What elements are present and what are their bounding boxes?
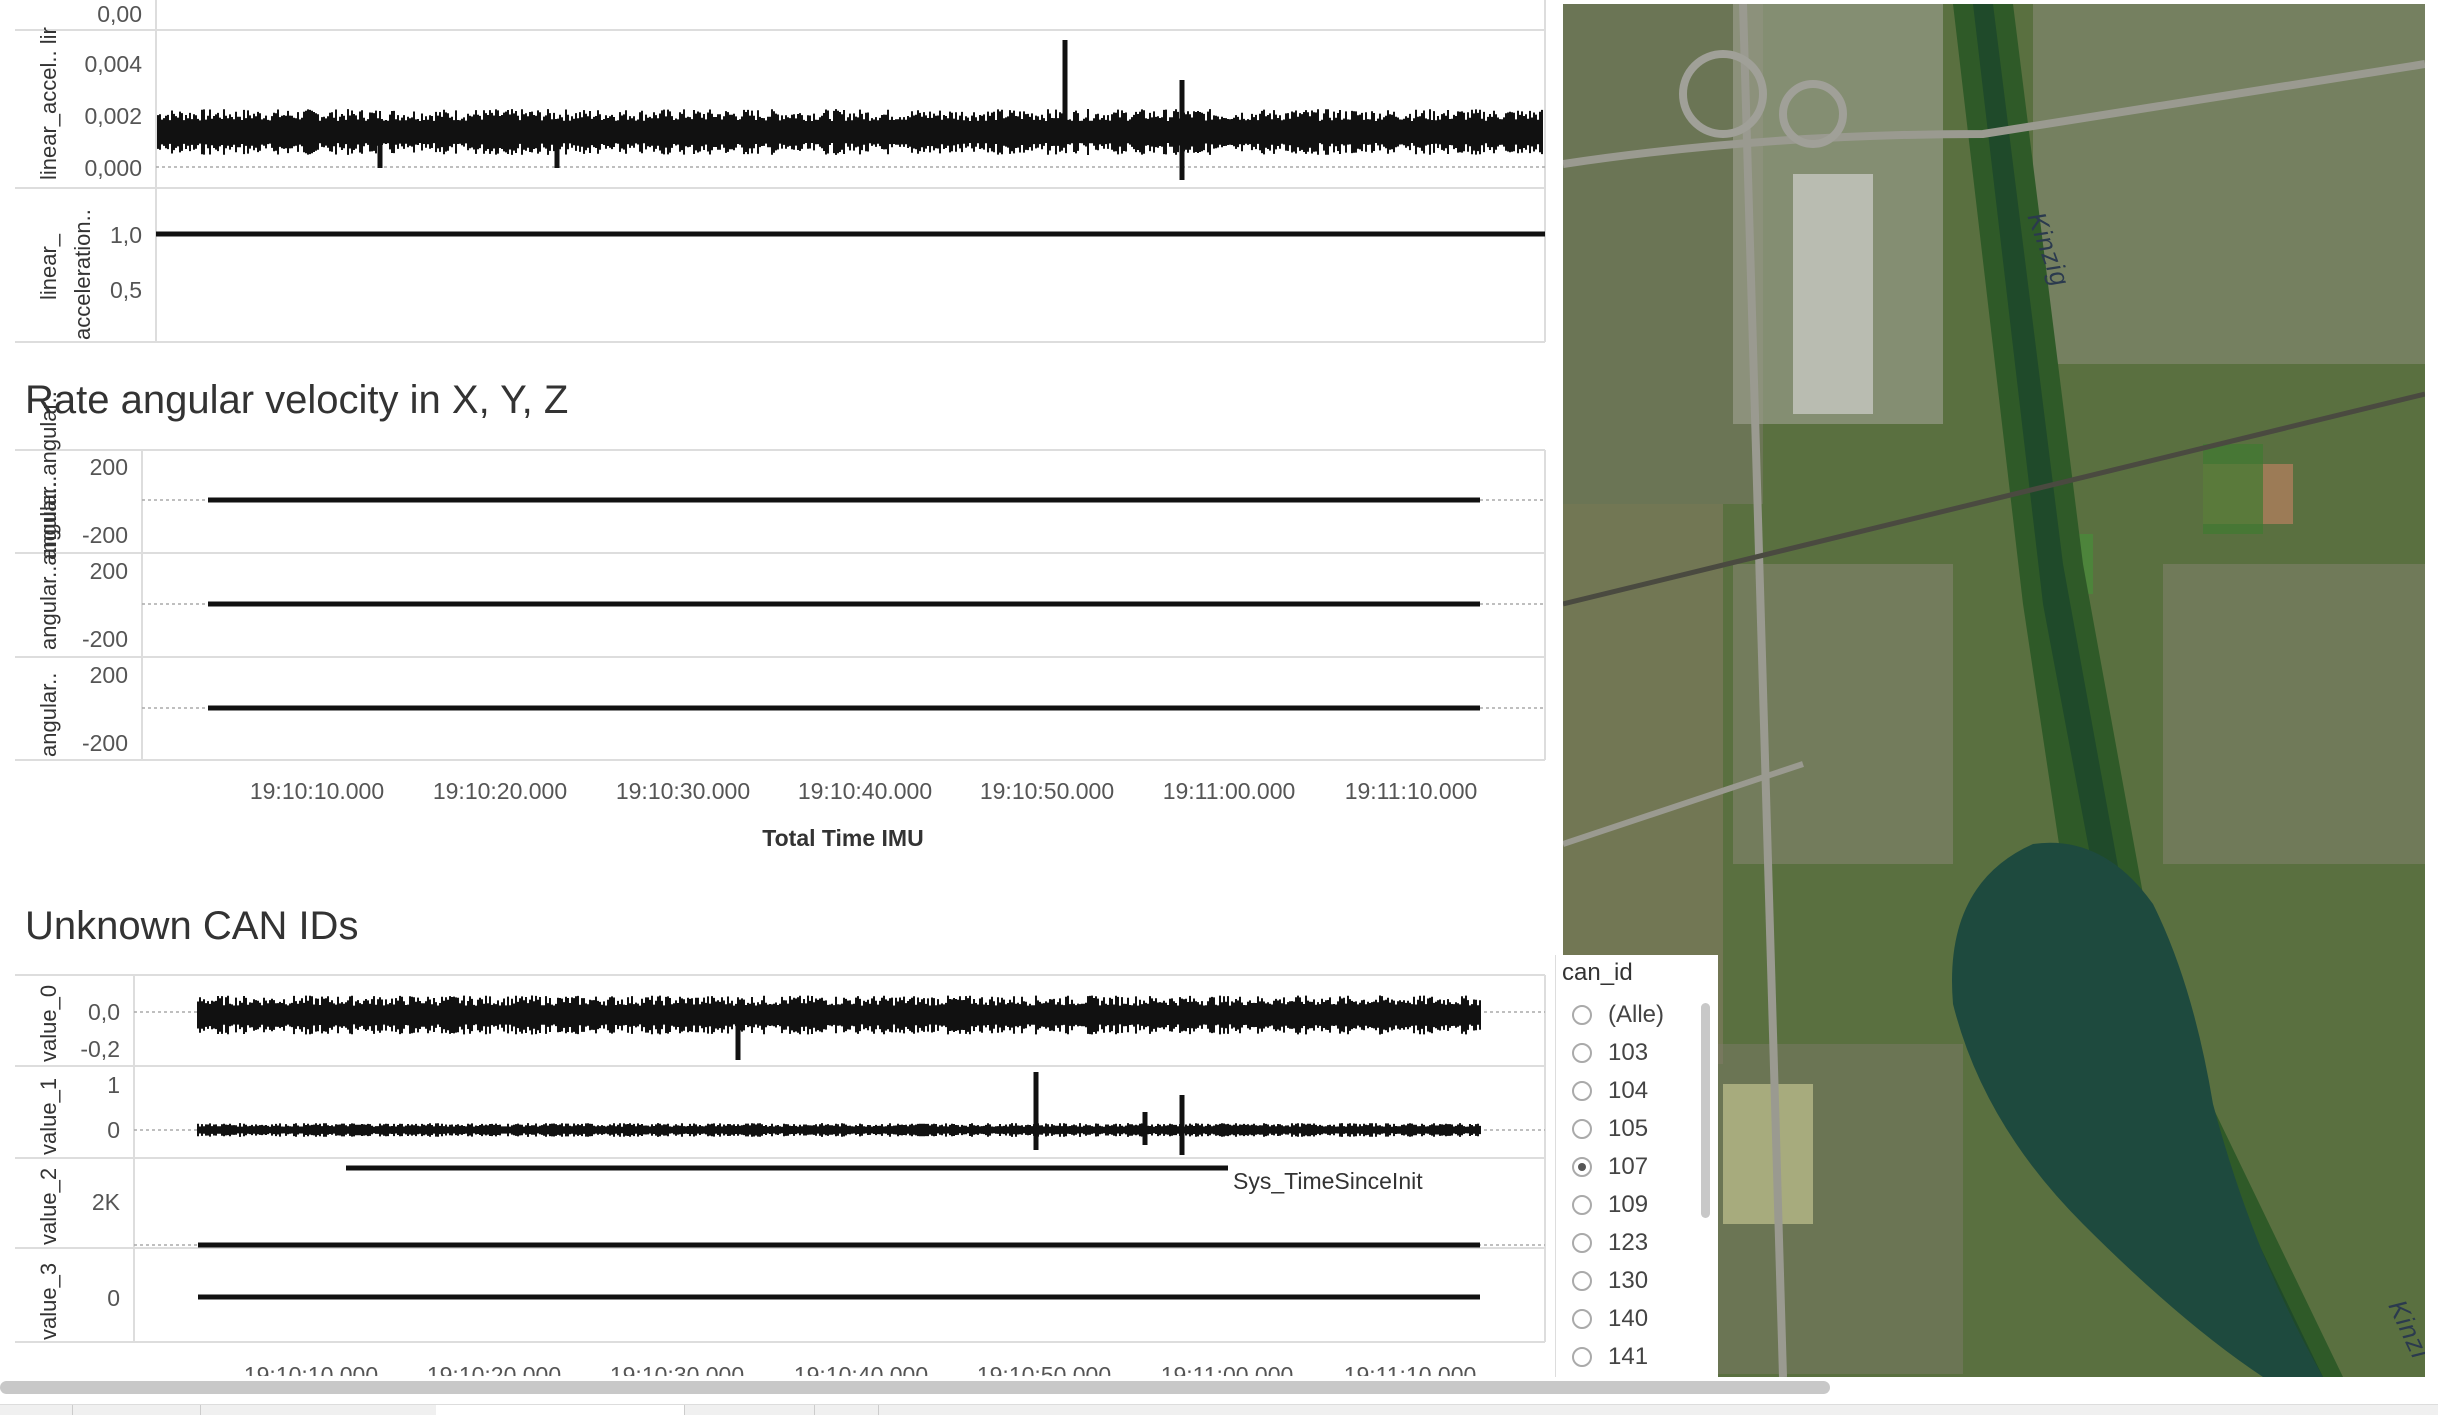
x-axis-title: Total Time IMU — [762, 825, 923, 851]
filter-option-140[interactable]: 140 — [1572, 1304, 1648, 1334]
y-axis-label: value_3 — [36, 1263, 61, 1340]
y-axis-label: linear_accel.. lir — [36, 27, 61, 180]
y-tick: 200 — [90, 454, 128, 480]
radio-icon[interactable] — [1572, 1309, 1592, 1329]
sports-field — [2203, 444, 2263, 534]
filter-option-130[interactable]: 130 — [1572, 1266, 1648, 1296]
angular-velocity-panel: Rate angular velocity in X, Y, Z 200 -20… — [15, 378, 1546, 851]
y-tick: 2K — [92, 1189, 121, 1215]
series-linear-acceleration-noise — [157, 40, 1543, 180]
x-tick: 19:11:10.000 — [1345, 778, 1478, 804]
filter-option-label: 105 — [1608, 1115, 1649, 1142]
filter-option-label: 104 — [1608, 1077, 1649, 1104]
x-tick: 19:10:20.000 — [433, 778, 567, 804]
y-axis-label: acceleration.. — [70, 209, 95, 340]
filter-option-141[interactable]: 141 — [1572, 1342, 1648, 1372]
filter-option-label: 140 — [1608, 1305, 1649, 1332]
filter-option-label: 109 — [1608, 1191, 1649, 1218]
x-tick: 19:10:10.000 — [250, 778, 384, 804]
filter-option-109[interactable]: 109 — [1572, 1190, 1648, 1220]
filter-option-label: 141 — [1608, 1343, 1649, 1370]
filter-option-label: 107 — [1608, 1153, 1649, 1180]
filter-option-107[interactable]: 107 — [1572, 1152, 1648, 1182]
signal-band — [157, 109, 1543, 155]
field — [1723, 1084, 1813, 1224]
series-value-1 — [197, 1072, 1481, 1155]
x-tick: 19:10:30.000 — [616, 778, 750, 804]
y-tick: 1,0 — [110, 222, 142, 248]
y-axis-label: value_0 — [36, 985, 61, 1062]
horizontal-scrollbar[interactable] — [0, 1381, 1830, 1394]
y-axis-label: angular..angular.. — [36, 481, 61, 650]
filter-option-alle[interactable]: (Alle) — [1572, 1000, 1664, 1030]
radio-icon[interactable] — [1572, 1233, 1592, 1253]
radio-icon[interactable] — [1572, 1195, 1592, 1215]
can-id-filter: can_id (Alle) 103 104 105 107 109 123 13… — [1555, 955, 1718, 1377]
filter-option-105[interactable]: 105 — [1572, 1114, 1648, 1144]
y-tick: 200 — [90, 662, 128, 688]
y-axis-label: linear_ — [36, 233, 61, 300]
y-tick: -200 — [82, 522, 128, 548]
radio-icon[interactable] — [1572, 1271, 1592, 1291]
filter-title: can_id — [1562, 959, 1633, 986]
x-tick: 19:11:00.000 — [1163, 778, 1296, 804]
series-annotation: Sys_TimeSinceInit — [1233, 1168, 1423, 1194]
y-tick: -200 — [82, 730, 128, 756]
sheet-tab-bar — [0, 1404, 2438, 1415]
signal-band — [197, 1123, 1481, 1137]
y-tick: 200 — [90, 558, 128, 584]
y-tick: 0 — [107, 1285, 120, 1311]
y-axis-label: value_2 — [36, 1168, 61, 1245]
radio-icon[interactable] — [1572, 1119, 1592, 1139]
linear-acceleration-panel: 0,00 0,004 0,002 0,000 1,0 0,5 linear_ac… — [15, 0, 1546, 343]
filter-option-label: 123 — [1608, 1229, 1649, 1256]
can-ids-panel: Unknown CAN IDs 0,0 -0,2 1 0 2K 0 value_… — [15, 904, 1546, 1376]
y-axis-label: value_1 — [36, 1078, 61, 1155]
x-tick: 19:10:50.000 — [980, 778, 1114, 804]
signal-band — [197, 995, 1481, 1035]
x-tick: 19:10:40.000 — [798, 778, 932, 804]
y-tick: 1 — [107, 1072, 120, 1098]
y-axis-label: angular.. — [36, 673, 61, 757]
filter-option-103[interactable]: 103 — [1572, 1038, 1648, 1068]
chart-title: Unknown CAN IDs — [25, 904, 358, 948]
filter-option-123[interactable]: 123 — [1572, 1228, 1648, 1258]
radio-icon[interactable] — [1572, 1081, 1592, 1101]
filter-option-label: 103 — [1608, 1039, 1649, 1066]
y-tick: 0,00 — [97, 1, 142, 27]
y-tick: 0,0 — [88, 999, 120, 1025]
urban-area — [2163, 564, 2425, 864]
y-tick: -200 — [82, 626, 128, 652]
filter-option-label: (Alle) — [1608, 1001, 1665, 1028]
filter-option-label: 130 — [1608, 1267, 1649, 1294]
radio-icon[interactable] — [1572, 1043, 1592, 1063]
filter-scrollbar[interactable] — [1701, 1003, 1710, 1218]
radio-selected-icon[interactable] — [1572, 1157, 1592, 1177]
y-tick: 0,004 — [84, 51, 142, 77]
y-tick: 0,5 — [110, 277, 142, 303]
building — [1793, 174, 1873, 414]
y-tick: 0 — [107, 1117, 120, 1143]
radio-icon[interactable] — [1572, 1347, 1592, 1367]
chart-title: Rate angular velocity in X, Y, Z — [25, 378, 568, 422]
y-tick: 0,000 — [84, 155, 142, 181]
y-tick: -0,2 — [80, 1036, 120, 1062]
filter-option-104[interactable]: 104 — [1572, 1076, 1648, 1106]
y-tick: 0,002 — [84, 103, 142, 129]
urban-area — [2033, 4, 2425, 364]
series-value-0 — [197, 995, 1481, 1060]
radio-icon[interactable] — [1572, 1005, 1592, 1025]
